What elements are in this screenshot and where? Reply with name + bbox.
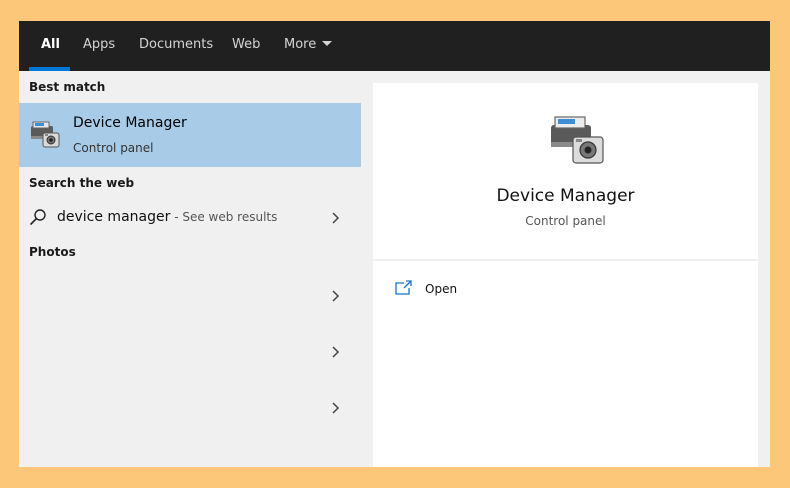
detail-header: Device Manager Control panel [373,83,758,259]
web-results-suffix: - See web results [170,210,278,224]
best-match-title: Device Manager [73,115,187,131]
tab-web[interactable]: Web [232,21,260,71]
tab-more[interactable]: More [284,21,333,71]
photos-heading: Photos [29,245,76,259]
chevron-right-icon [332,212,340,224]
chevron-down-icon [322,41,333,46]
device-manager-icon [551,116,604,164]
search-icon [30,209,46,225]
device-manager-icon [31,121,60,148]
tab-all-label: All [41,37,60,52]
chevron-right-icon[interactable] [330,402,342,414]
search-web-heading: Search the web [29,176,135,190]
detail-actions: Open [373,261,758,467]
best-match-subtitle: Control panel [73,141,154,155]
tab-all[interactable]: All [41,21,60,71]
tab-apps-label: Apps [83,37,116,52]
tab-apps[interactable]: Apps [83,21,115,71]
tab-documents[interactable]: Documents [139,21,213,71]
detail-title: Device Manager [496,186,635,206]
chevron-right-icon[interactable] [330,290,342,302]
open-icon [395,280,412,295]
web-result-item[interactable]: device manager - See web results [19,203,361,233]
tab-more-label: More [284,37,317,52]
web-query-text: device manager [57,209,171,225]
detail-subtitle: Control panel [525,214,606,228]
web-result-text: device manager - See web results [57,209,277,225]
tab-bar: All Apps Documents Web More [19,21,770,71]
open-label: Open [425,282,458,296]
results-pane: Best match Device Manager Control panel … [19,71,361,467]
chevron-right-icon[interactable] [330,346,342,358]
search-window: All Apps Documents Web More Best match D… [19,21,770,467]
best-match-heading: Best match [29,80,106,94]
best-match-item[interactable]: Device Manager Control panel [19,103,361,167]
tab-web-label: Web [232,37,261,52]
tab-documents-label: Documents [139,37,214,52]
